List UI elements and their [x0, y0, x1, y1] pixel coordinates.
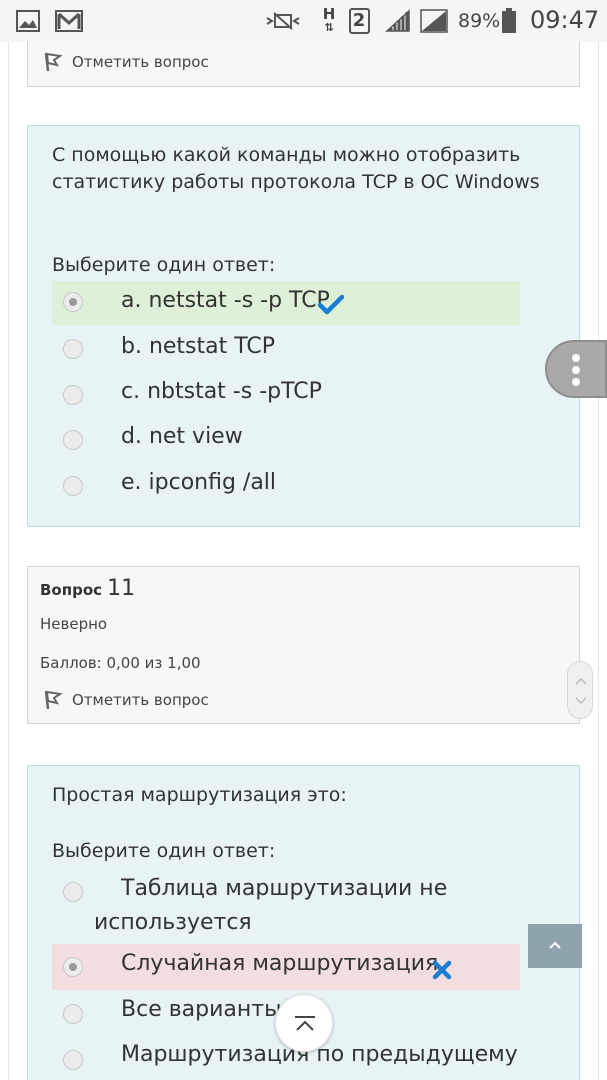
answer-option[interactable]: d. net view: [52, 418, 520, 462]
radio-selected-dot: [69, 963, 77, 971]
question-text: Простая маршрутизация это:: [52, 784, 347, 806]
answer-prompt: Выберите один ответ:: [52, 840, 276, 862]
fast-scroll-handle[interactable]: [567, 661, 593, 719]
flag-icon: [44, 52, 63, 72]
question-status: Неверно: [40, 615, 108, 633]
network-letter: H: [322, 5, 336, 23]
radio-button[interactable]: [63, 292, 83, 312]
radio-button[interactable]: [63, 430, 83, 450]
question-score: Баллов: 0,00 из 1,00: [40, 654, 201, 672]
flag-question-label: Отметить вопрос: [72, 691, 209, 709]
flag-icon: [44, 690, 63, 710]
page-border-right: [598, 42, 599, 1080]
answer-option-label: Случайная маршрутизация: [121, 951, 439, 976]
answer-option[interactable]: c. nbtstat -s -pTCP: [52, 373, 520, 417]
answer-option-label: Все варианты: [121, 997, 282, 1022]
clock-time: 09:47: [530, 6, 600, 34]
answer-option-label: b. netstat TCP: [121, 334, 276, 359]
question-text: С помощью какой команды можно отобразить…: [52, 144, 540, 193]
caret-up-line-icon: [295, 1016, 315, 1031]
radio-button[interactable]: [63, 1004, 83, 1024]
flag-question-link[interactable]: Отметить вопрос: [42, 51, 209, 73]
battery-percent: 89%: [458, 10, 501, 32]
radio-button[interactable]: [63, 1050, 83, 1070]
answer-option[interactable]: e. ipconfig /all: [52, 464, 520, 508]
scroll-top-fab[interactable]: [275, 994, 333, 1052]
flag-question-link[interactable]: Отметить вопрос: [42, 689, 209, 711]
radio-selected-dot: [69, 298, 77, 306]
answer-option[interactable]: a. netstat -s -p TCP: [52, 281, 520, 325]
answer-option[interactable]: Таблица маршрутизации не используется: [52, 870, 520, 942]
radio-button[interactable]: [63, 957, 83, 977]
incorrect-cross-icon: [432, 960, 452, 980]
signal-icon: [419, 7, 449, 35]
radio-button[interactable]: [63, 339, 83, 359]
signal-icon: [384, 7, 412, 35]
mute-icon: [262, 7, 304, 35]
sim-number: 2: [348, 8, 370, 34]
question-number-value: 11: [107, 576, 136, 601]
answer-option[interactable]: b. netstat TCP: [52, 327, 520, 371]
answer-option-label: d. net view: [121, 424, 243, 449]
back-to-top-button[interactable]: [528, 924, 582, 968]
question-number-label: Вопрос: [40, 581, 103, 599]
correct-check-icon: [318, 294, 344, 315]
radio-button[interactable]: [63, 476, 83, 496]
scroll-up-down-icon: [575, 677, 587, 705]
status-bar: H ⇅ 2 89% 09:47: [0, 0, 607, 42]
answer-option-label: e. ipconfig /all: [121, 470, 277, 495]
answer-prompt: Выберите один ответ:: [52, 254, 276, 276]
flag-question-label: Отметить вопрос: [72, 53, 209, 71]
question-info-box: Вопрос 11 Неверно Баллов: 0,00 из 1,00 О…: [27, 566, 580, 724]
question-info-box-partial: Отметить вопрос: [27, 42, 580, 87]
sim-2-icon: 2: [348, 7, 370, 35]
chevron-up-icon: [549, 941, 561, 949]
image-notification-icon: [14, 7, 42, 35]
gmail-icon: [54, 7, 84, 35]
question-number: Вопрос 11: [40, 576, 135, 601]
answer-option-label: Таблица маршрутизации не используется: [94, 876, 448, 935]
answer-option-label: a. netstat -s -p TCP: [121, 288, 330, 313]
radio-button[interactable]: [63, 385, 83, 405]
question-content-box: С помощью какой команды можно отобразить…: [27, 125, 580, 527]
more-vertical-icon: [572, 354, 580, 386]
answer-option[interactable]: Случайная маршрутизация: [52, 944, 520, 990]
more-options-button[interactable]: [545, 340, 607, 398]
radio-button[interactable]: [63, 882, 83, 902]
h-plus-network-icon: H ⇅: [322, 5, 336, 35]
battery-icon: [500, 7, 518, 35]
page-border-left: [8, 42, 9, 1080]
answer-option-label: c. nbtstat -s -pTCP: [121, 379, 322, 404]
